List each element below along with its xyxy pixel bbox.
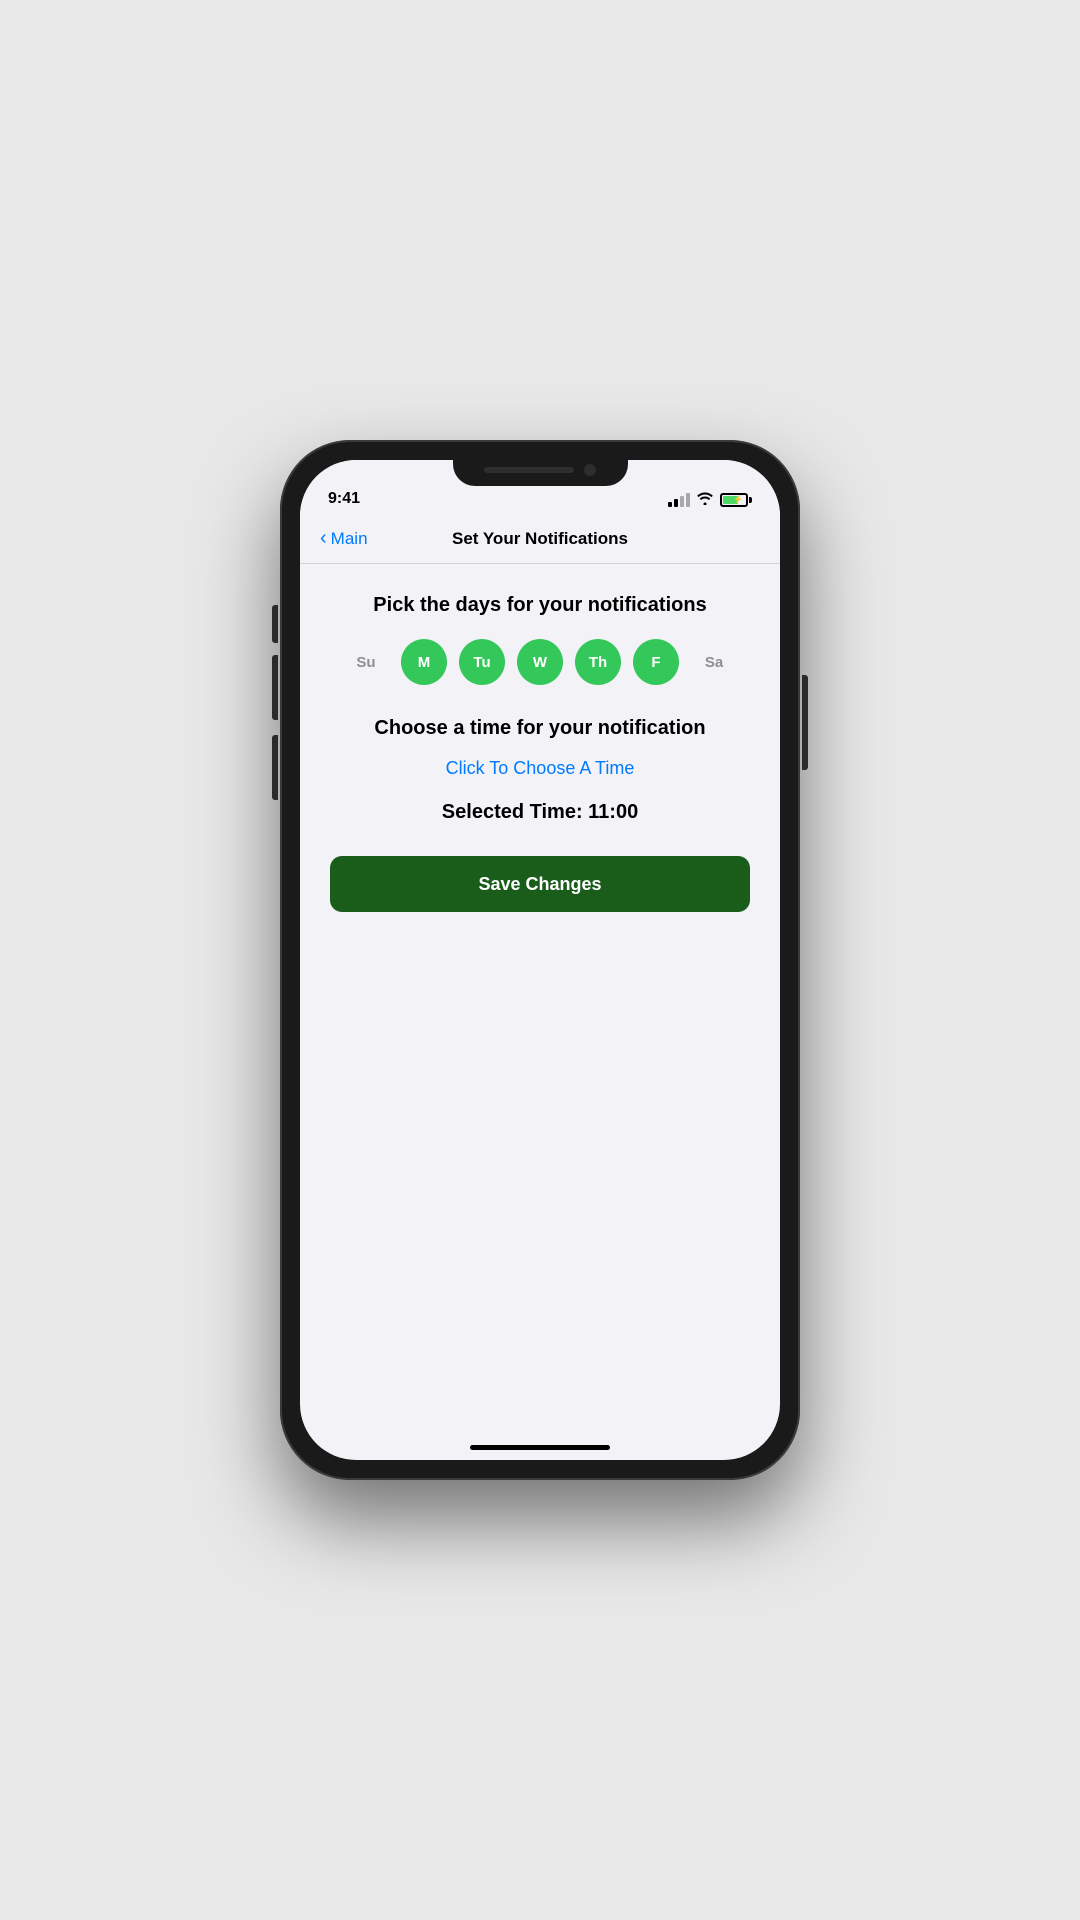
day-sunday[interactable]: Su — [343, 639, 389, 685]
wifi-icon — [696, 491, 714, 508]
day-friday[interactable]: F — [633, 639, 679, 685]
days-section-title: Pick the days for your notifications — [373, 594, 706, 617]
nav-bar: ‹ Main Set Your Notifications — [300, 514, 780, 564]
content-area: Pick the days for your notifications Su … — [300, 564, 780, 932]
day-wednesday[interactable]: W — [517, 639, 563, 685]
mute-button — [272, 605, 278, 643]
days-row: Su M Tu W Th F Sa — [343, 639, 737, 685]
signal-icon — [668, 493, 690, 507]
status-time: 9:41 — [328, 490, 360, 508]
notch — [453, 454, 628, 486]
notch-bar — [484, 467, 574, 473]
phone-frame: 9:41 ⚡ — [280, 440, 800, 1480]
selected-time-display: Selected Time: 11:00 — [442, 801, 638, 824]
home-indicator — [470, 1445, 610, 1450]
time-section-title: Choose a time for your notification — [374, 717, 705, 740]
save-button[interactable]: Save Changes — [330, 856, 750, 912]
day-tuesday[interactable]: Tu — [459, 639, 505, 685]
chevron-left-icon: ‹ — [320, 527, 327, 550]
nav-title: Set Your Notifications — [452, 529, 628, 549]
day-saturday[interactable]: Sa — [691, 639, 737, 685]
volume-down-button — [272, 735, 278, 800]
volume-up-button — [272, 655, 278, 720]
power-button — [802, 675, 808, 770]
screen: 9:41 ⚡ — [300, 460, 780, 1460]
day-thursday[interactable]: Th — [575, 639, 621, 685]
status-icons: ⚡ — [668, 491, 752, 508]
day-monday[interactable]: M — [401, 639, 447, 685]
back-button[interactable]: ‹ Main — [320, 528, 368, 550]
notch-camera — [584, 464, 596, 476]
choose-time-link[interactable]: Click To Choose A Time — [446, 758, 635, 779]
back-label: Main — [331, 529, 368, 549]
battery-icon: ⚡ — [720, 493, 752, 507]
